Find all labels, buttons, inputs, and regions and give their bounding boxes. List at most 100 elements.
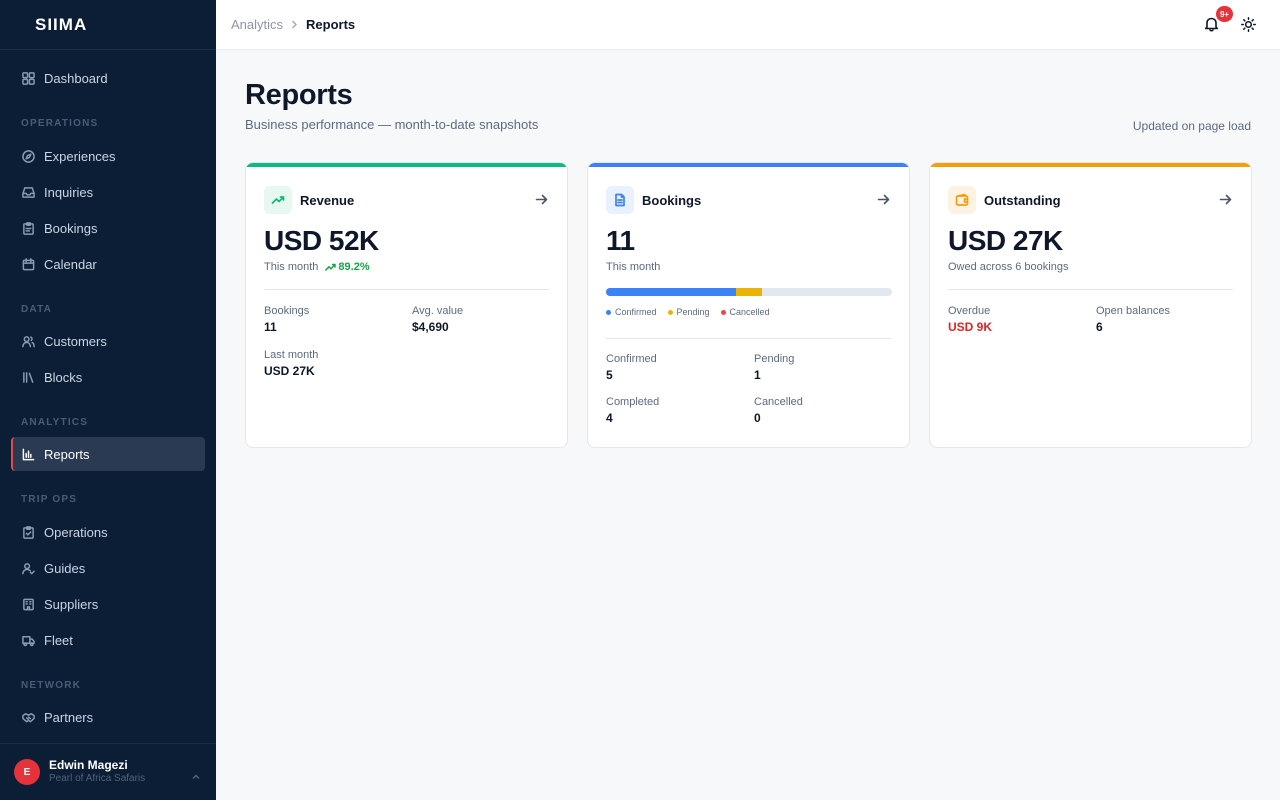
stat-last-month: Last month USD 27K xyxy=(264,349,318,378)
page-title: Reports xyxy=(245,79,353,111)
stat-cancelled: Cancelled 0 xyxy=(754,396,803,425)
sidebar-item-calendar[interactable]: Calendar xyxy=(11,247,205,281)
legend-item-confirmed: Confirmed xyxy=(606,307,657,317)
arrow-right-icon[interactable] xyxy=(535,193,548,206)
sidebar-item-label: Blocks xyxy=(44,369,83,385)
stat-completed: Completed 4 xyxy=(606,396,659,425)
handshake-icon xyxy=(21,710,35,724)
period-label: This month xyxy=(264,261,319,273)
sidebar-item-label: Bookings xyxy=(44,220,98,236)
stat-label: Last month xyxy=(264,349,319,361)
stat-label: Completed xyxy=(606,396,660,408)
legend-dot xyxy=(720,309,726,315)
stat-value: USD 27K xyxy=(264,364,315,378)
sidebar-item-dashboard[interactable]: Dashboard xyxy=(11,61,205,95)
stat-label: Overdue xyxy=(948,305,991,317)
breadcrumb-analytics[interactable]: Analytics xyxy=(231,17,283,32)
sidebar-item-inquiries[interactable]: Inquiries xyxy=(11,175,205,209)
sidebar-item-label: Calendar xyxy=(44,256,97,272)
sidebar-item-label: Inquiries xyxy=(44,184,94,200)
user-check-icon xyxy=(21,561,35,575)
bar-chart-icon xyxy=(21,447,35,461)
clipboard-icon xyxy=(21,221,35,235)
legend-item-cancelled: Cancelled xyxy=(720,307,770,317)
trending-up-icon xyxy=(325,263,337,271)
divider xyxy=(606,338,891,339)
sidebar-item-experiences[interactable]: Experiences xyxy=(11,139,205,173)
card-accent xyxy=(930,163,1251,167)
card-title: Outstanding xyxy=(984,192,1061,208)
brand-logo[interactable]: SIIMA xyxy=(0,0,216,50)
stat-value: $4,690 xyxy=(412,320,449,334)
legend-dot xyxy=(606,309,611,315)
sidebar: SIIMA Dashboard OPERATIONS Experiences I… xyxy=(0,0,216,800)
section-label-trip-ops: TRIP OPS xyxy=(21,494,78,505)
avatar: E xyxy=(14,759,40,785)
outstanding-card[interactable]: Outstanding USD 27K Owed across 6 bookin… xyxy=(929,162,1252,448)
chevron-right-icon xyxy=(291,20,298,29)
section-label-network: NETWORK xyxy=(21,680,82,691)
sidebar-item-reports[interactable]: Reports xyxy=(11,437,205,471)
stat-value: 0 xyxy=(754,411,761,425)
period-label: This month xyxy=(606,261,661,273)
sidebar-item-label: Reports xyxy=(44,446,90,462)
legend-item-pending: Pending xyxy=(667,307,710,317)
page-subtitle: Business performance — month-to-date sna… xyxy=(245,117,539,132)
stat-value: 4 xyxy=(606,411,613,425)
status-legend: Confirmed Pending Cancelled xyxy=(606,307,781,317)
user-org: Pearl of Africa Safaris xyxy=(49,773,146,785)
stat-label: Bookings xyxy=(264,305,310,317)
bar-segment-pending xyxy=(736,288,762,296)
section-label-data: DATA xyxy=(21,304,53,315)
sidebar-item-label: Dashboard xyxy=(44,70,108,86)
trend-indicator: 89.2% xyxy=(325,261,370,273)
card-accent xyxy=(588,163,909,167)
sidebar-item-blocks[interactable]: Blocks xyxy=(11,360,205,394)
chevron-up-icon[interactable] xyxy=(192,768,200,780)
legend-label: Confirmed xyxy=(615,307,657,317)
grid-icon xyxy=(21,71,35,85)
stat-label: Pending xyxy=(754,353,795,365)
stat-value: USD 9K xyxy=(948,320,993,334)
sidebar-item-label: Guides xyxy=(44,560,86,576)
sidebar-item-bookings[interactable]: Bookings xyxy=(11,211,205,245)
brand-name: SIIMA xyxy=(35,14,88,34)
library-icon xyxy=(21,370,35,384)
bookings-value: 11 xyxy=(606,225,635,256)
bookings-card[interactable]: Bookings 11 This month Confirmed Pending… xyxy=(587,162,910,448)
sidebar-item-guides[interactable]: Guides xyxy=(11,551,205,585)
revenue-card[interactable]: Revenue USD 52K This month 89.2% Booking… xyxy=(245,162,568,448)
sidebar-item-label: Experiences xyxy=(44,148,116,164)
section-label-operations: OPERATIONS xyxy=(21,118,99,129)
arrow-right-icon[interactable] xyxy=(1219,193,1232,206)
revenue-value: USD 52K xyxy=(264,225,379,256)
notification-badge: 9+ xyxy=(1216,6,1233,22)
sidebar-item-fleet[interactable]: Fleet xyxy=(11,623,205,657)
user-name: Edwin Magezi xyxy=(49,758,128,773)
inbox-icon xyxy=(21,185,35,199)
stat-value: 1 xyxy=(754,368,761,382)
arrow-right-icon[interactable] xyxy=(877,193,890,206)
sidebar-item-label: Operations xyxy=(44,524,108,540)
period-label: Owed across 6 bookings xyxy=(948,261,1069,273)
stat-value: 5 xyxy=(606,368,613,382)
outstanding-value: USD 27K xyxy=(948,225,1063,256)
stat-value: 11 xyxy=(264,320,277,334)
card-title: Revenue xyxy=(300,192,355,208)
bar-segment-confirmed xyxy=(606,288,736,296)
legend-label: Cancelled xyxy=(729,307,770,317)
stat-label: Avg. value xyxy=(412,305,464,317)
breadcrumb-current: Reports xyxy=(306,17,356,32)
sidebar-item-label: Fleet xyxy=(44,632,73,648)
user-menu[interactable]: E Edwin Magezi Pearl of Africa Safaris xyxy=(0,743,216,800)
sidebar-item-operations[interactable]: Operations xyxy=(11,515,205,549)
sidebar-item-customers[interactable]: Customers xyxy=(11,324,205,358)
stat-avg-value: Avg. value $4,690 xyxy=(412,305,463,334)
stat-bookings: Bookings 11 xyxy=(264,305,309,334)
sun-icon[interactable] xyxy=(1241,17,1257,33)
sidebar-item-partners[interactable]: Partners xyxy=(11,700,205,734)
sidebar-item-label: Customers xyxy=(44,333,107,349)
sidebar-item-suppliers[interactable]: Suppliers xyxy=(11,587,205,621)
legend-dot xyxy=(667,309,673,315)
stat-value: 6 xyxy=(1096,320,1103,334)
